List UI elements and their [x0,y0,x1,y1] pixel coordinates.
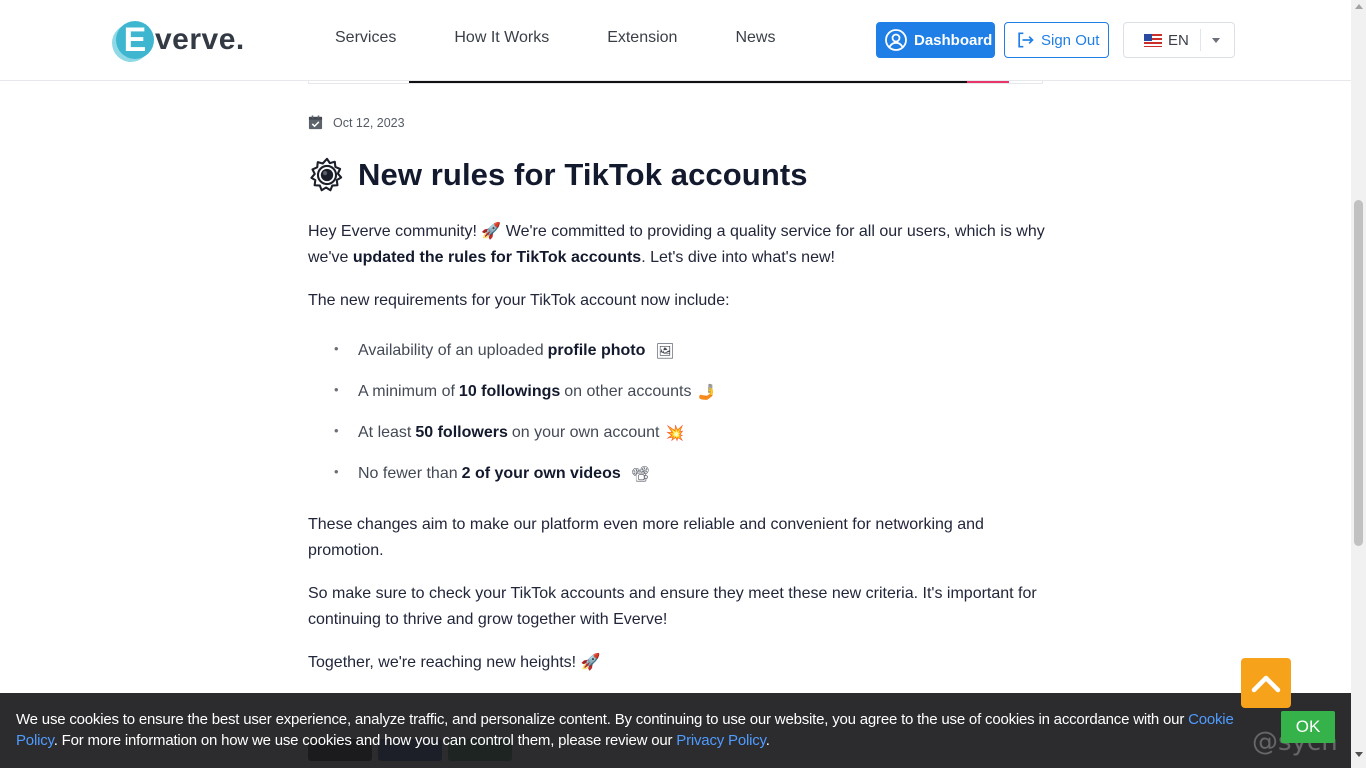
cookie-text-1: We use cookies to ensure the best user e… [16,711,1189,728]
intro-text-3: . Let's dive into what's new! [641,249,835,266]
intro-paragraph: Hey Everve community! 🚀 We're committed … [308,219,1048,271]
gear-icon [310,157,343,192]
article-cover-image [308,81,1043,84]
cookie-banner: We use cookies to ensure the best user e… [0,693,1351,768]
dashboard-button[interactable]: Dashboard [876,22,995,58]
nav-news[interactable]: News [735,29,775,47]
cookie-text-3: . [765,732,770,749]
item-post-text: on other accounts [564,382,692,400]
selfie-icon: 🤳 [697,383,717,401]
requirements-intro: The new requirements for your TikTok acc… [308,292,730,309]
language-selector[interactable]: EN [1123,22,1235,58]
cover-image-strip [409,81,967,83]
item-post-text: on your own account [511,423,660,441]
language-label: EN [1168,31,1189,49]
sign-out-button[interactable]: Sign Out [1004,22,1109,58]
scroll-down-arrow-icon[interactable] [1355,752,1363,757]
item-bold-text: profile photo [547,341,646,359]
intro-text-1: Hey Everve community! [308,223,482,240]
date-text: Oct 12, 2023 [333,115,405,130]
sign-out-icon [1018,32,1034,48]
list-item: A minimum of10 followingson other accoun… [330,371,1030,412]
list-item: Availability of an uploadedprofile photo… [330,330,1030,371]
cookie-message: We use cookies to ensure the best user e… [16,709,1246,751]
site-header: E verve. Services How It Works Extension… [0,0,1351,81]
chevron-up-icon [1251,675,1281,693]
logo-mark: E [116,21,154,59]
item-pre-text: A minimum of [358,382,455,400]
intro-bold: updated the rules for TikTok accounts [352,249,642,266]
film-projector-icon: 📽 [630,465,650,483]
nav-extension[interactable]: Extension [607,29,677,47]
closing-paragraph: Together, we're reaching new heights! 🚀 [308,650,1048,676]
collision-icon: 💥 [665,424,685,442]
language-divider [1200,29,1201,51]
article-date: Oct 12, 2023 [308,115,405,130]
changes-paragraph: These changes aim to make our platform e… [308,516,984,559]
page-scrollbar[interactable] [1351,0,1366,768]
cover-image-accent [967,81,1009,83]
rocket-icon: 🚀 [481,223,502,240]
us-flag-icon [1144,33,1162,47]
everve-logo[interactable]: E verve. [116,20,245,60]
rocket-icon: 🚀 [580,654,601,671]
chevron-down-icon[interactable] [1212,38,1220,43]
article-heading: New rules for TikTok accounts [358,157,808,192]
scroll-to-top-button[interactable] [1241,658,1291,708]
calendar-check-icon [308,115,323,130]
scroll-up-arrow-icon[interactable] [1355,4,1363,9]
nav-services[interactable]: Services [335,29,396,47]
closing-text: Together, we're reaching new heights! [308,654,581,671]
sign-out-label: Sign Out [1041,31,1100,49]
nav-how-it-works[interactable]: How It Works [454,29,549,47]
item-bold-text: 10 followings [458,382,561,400]
cookie-ok-button[interactable]: OK [1281,711,1335,743]
dashboard-label: Dashboard [914,31,993,49]
user-circle-icon [885,29,907,51]
list-item: At least50 followerson your own account 💥 [330,412,1030,453]
main-nav: Services How It Works Extension News [335,29,833,47]
scrollbar-thumb[interactable] [1354,200,1363,546]
item-pre-text: No fewer than [358,464,458,482]
list-item: No fewer than2 of your own videos 📽 [330,453,1030,494]
cookie-text-2: . For more information on how we use coo… [53,732,677,749]
logo-text: verve. [155,23,245,56]
item-bold-text: 50 followers [415,423,508,441]
requirements-list: Availability of an uploadedprofile photo… [330,330,1030,494]
item-pre-text: At least [358,423,412,441]
privacy-policy-link[interactable]: Privacy Policy [676,732,766,749]
item-bold-text: 2 of your own videos [461,464,621,482]
check-accounts-paragraph: So make sure to check your TikTok accoun… [308,585,1037,628]
framed-picture-icon: 🖼 [655,342,675,360]
article-title: New rules for TikTok accounts [308,156,808,194]
item-pre-text: Availability of an uploaded [358,341,544,359]
